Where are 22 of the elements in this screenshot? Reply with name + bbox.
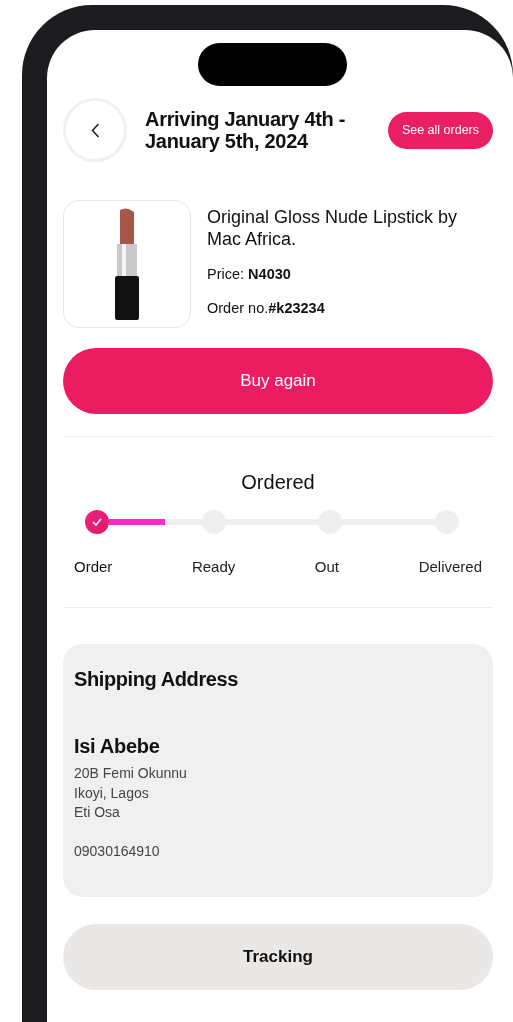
arrival-title: Arriving January 4th - January 5th, 2024: [145, 108, 347, 152]
step-label: Ready: [191, 558, 236, 575]
back-chevron-icon: [90, 122, 100, 138]
price-value: N4030: [248, 266, 291, 282]
shipping-address-title: Shipping Address: [74, 668, 239, 691]
step-label: Out: [314, 558, 340, 575]
product-name: Original Gloss Nude Lipstick by Mac Africa.: [207, 206, 459, 250]
step-label: Order: [74, 558, 113, 575]
see-all-orders-button[interactable]: See all orders: [387, 111, 493, 149]
check-icon: [92, 518, 102, 526]
address-line: Ikoyi, Lagos: [74, 783, 150, 803]
buy-again-button[interactable]: Buy again: [63, 348, 493, 414]
order-status-title: Ordered: [240, 471, 316, 494]
step-label: Delivered: [418, 558, 482, 575]
address-line: 20B Femi Okunnu: [74, 764, 188, 783]
address-line: Eti Osa: [74, 803, 121, 822]
price-label: Price:: [207, 266, 246, 282]
order-number-value: #k23234: [268, 300, 325, 316]
order-number-label: Order no.: [207, 300, 269, 316]
recipient-name: Isi Abebe: [74, 735, 161, 758]
phone-number: 09030164910: [74, 841, 161, 861]
tracking-button[interactable]: Tracking: [63, 924, 493, 990]
